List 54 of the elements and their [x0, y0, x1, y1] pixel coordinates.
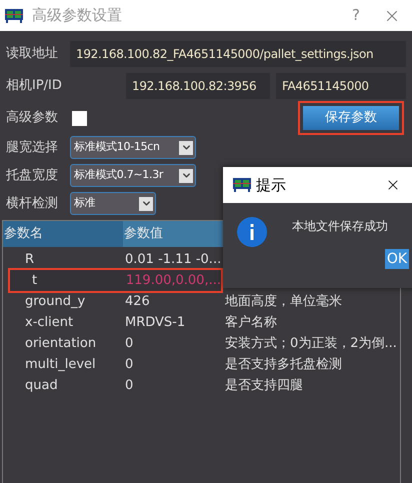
dropdown[interactable]: 标准模式10-15cn: [70, 136, 196, 159]
param-name: x-client: [25, 314, 74, 332]
param-value: 0: [125, 334, 134, 353]
combo-label: 横杆检测: [6, 194, 59, 213]
checkbox[interactable]: [72, 110, 87, 126]
caret-icon: [179, 168, 193, 182]
dropdown[interactable]: 标准: [70, 192, 156, 215]
param-description: 客户名称: [225, 314, 277, 332]
param-name: multi_level: [25, 356, 97, 374]
column-header[interactable]: 参数名: [3, 221, 123, 247]
param-description: 是否支持四腿: [225, 376, 303, 395]
param-value: 0: [125, 376, 134, 395]
table-row[interactable]: t 119.00,0.00,...: [10, 270, 221, 291]
app-icon: [232, 177, 252, 193]
caret-icon: [179, 140, 193, 154]
dropdown[interactable]: 标准模式0.7~1.3r: [70, 164, 196, 187]
param-value: 0: [125, 356, 134, 374]
info-icon: [237, 217, 267, 247]
caret-icon: [139, 196, 153, 210]
help-button[interactable]: ?: [344, 4, 368, 27]
table-row[interactable]: quad 0 是否支持四腿: [3, 375, 400, 396]
combo-label: 腿宽选择: [6, 138, 59, 157]
table-row[interactable]: multi_level 0 是否支持多托盘检测: [3, 354, 400, 375]
param-name: orientation: [25, 334, 98, 353]
param-description: 地面高度，单位毫米: [225, 292, 342, 311]
param-value: MRDVS-1: [125, 314, 186, 332]
text-field[interactable]: 192.168.100.82:3956: [126, 73, 270, 99]
window-title: 高级参数设置: [32, 5, 123, 26]
dropdown-value: 标准: [74, 195, 96, 212]
param-name: ground_y: [25, 292, 86, 311]
table-row[interactable]: orientation 0 安装方式；0为正装，2为倒...: [3, 333, 400, 354]
param-name: t: [32, 272, 38, 290]
table-row[interactable]: ground_y 426 地面高度，单位毫米: [3, 291, 400, 312]
combo-label: 托盘宽度: [6, 166, 59, 185]
dropdown-value: 标准模式0.7~1.3r: [74, 167, 164, 184]
column-header[interactable]: 参数值: [123, 221, 224, 247]
param-description: 安装方式；0为正装，2为倒...: [225, 334, 397, 353]
table-row[interactable]: x-client MRDVS-1 客户名称: [3, 312, 400, 333]
field-label: 相机IP/ID: [6, 77, 63, 96]
app-icon: [4, 8, 24, 24]
dropdown-value: 标准模式10-15cn: [74, 139, 161, 156]
text-field[interactable]: FA4651145000: [276, 73, 406, 99]
save-button[interactable]: 保存参数: [303, 106, 399, 130]
advanced-label: 高级参数: [6, 109, 59, 128]
param-description: 是否支持多托盘检测: [225, 356, 342, 374]
field-label: 读取地址: [6, 45, 59, 64]
text-field[interactable]: 192.168.100.82_FA4651145000/pallet_settings.json: [70, 41, 406, 67]
param-value: 426: [125, 292, 151, 311]
dialog-title: 提示: [256, 174, 287, 196]
param-value: 119.00,0.00,...: [126, 272, 221, 290]
param-name: quad: [25, 376, 59, 395]
dialog-message: 本地文件保存成功: [292, 218, 388, 235]
param-name: R: [25, 250, 36, 269]
param-value: 0.01 -1.11 -0...: [125, 250, 222, 269]
